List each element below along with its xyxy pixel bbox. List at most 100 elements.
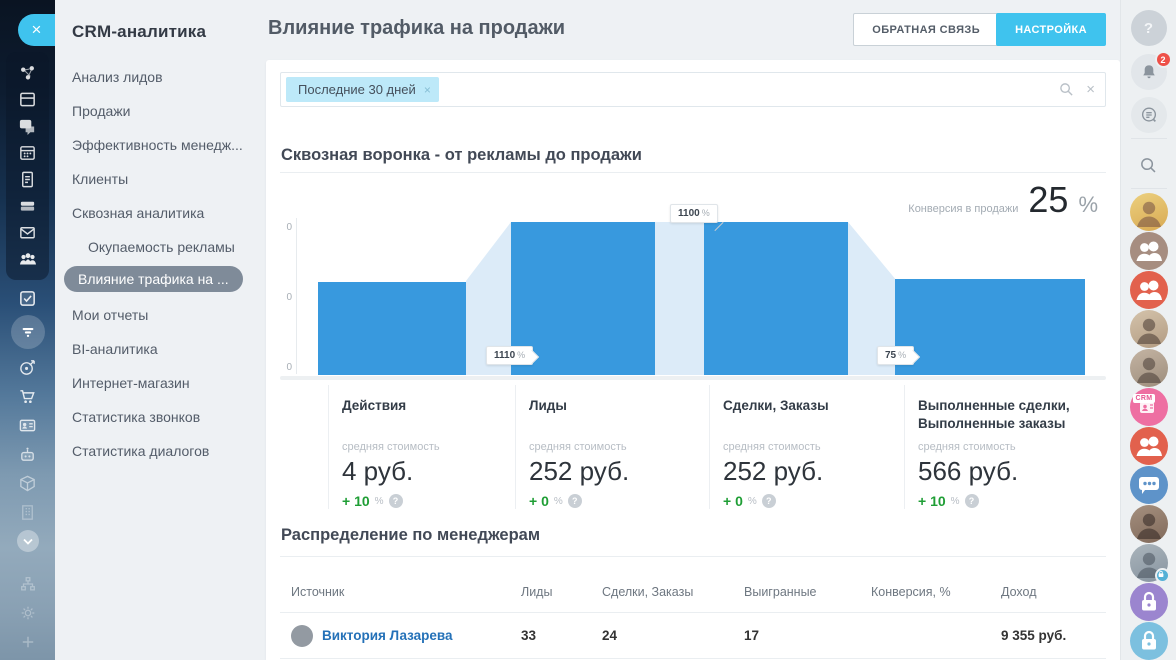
help-icon: ?: [1144, 20, 1153, 37]
search-icon[interactable]: [1059, 82, 1074, 97]
help-icon[interactable]: ?: [762, 494, 776, 508]
sidebar-item-traffic-impact[interactable]: Влияние трафика на ...: [55, 266, 264, 300]
chat-avatar-general-chat[interactable]: [1130, 466, 1168, 504]
funnel-bar-deals[interactable]: [704, 222, 848, 375]
sidebar-item-bi-analytics[interactable]: BI-аналитика: [55, 334, 264, 368]
cell-leads: 33: [521, 628, 602, 643]
funnel-bar-won[interactable]: [895, 279, 1085, 375]
funnel-chart: 0 0 0 1110 % 1100 % 75 %: [280, 200, 1106, 380]
divider: [280, 172, 1106, 173]
crm-badge: CRM: [1133, 394, 1156, 403]
sidebar-item-ad-payback[interactable]: Окупаемость рекламы: [55, 232, 264, 266]
filter-bar[interactable]: Последние 30 дней × ×: [280, 72, 1106, 107]
sidebar-item-manager-efficiency[interactable]: Эффективность менедж...: [55, 130, 264, 164]
chat-avatar-private-1[interactable]: [1130, 544, 1168, 582]
y-axis-tick: 0: [280, 362, 292, 373]
sidebar-item-sales[interactable]: Продажи: [55, 96, 264, 130]
app-rail: ×: [0, 0, 55, 660]
filter-chip-period[interactable]: Последние 30 дней ×: [286, 77, 439, 102]
clear-filter-icon[interactable]: ×: [1086, 81, 1095, 98]
rail-item-tasks[interactable]: [14, 284, 42, 312]
sidebar-item-end-to-end-analytics[interactable]: Сквозная аналитика: [55, 198, 264, 232]
crm-analytics-sidebar: CRM-аналитика Анализ лидов Продажи Эффек…: [55, 0, 264, 660]
y-axis-tick: 0: [280, 222, 292, 233]
divider: [1131, 188, 1167, 189]
notifications-button[interactable]: 2: [1131, 54, 1167, 90]
people-icon: [18, 249, 38, 269]
stage-conversion-badge: 1100 %: [670, 204, 718, 223]
sidebar-item-my-reports[interactable]: Мои отчеты: [55, 300, 264, 334]
rail-item-feed[interactable]: [14, 88, 42, 112]
close-slider-button[interactable]: ×: [18, 14, 55, 46]
rail-item-sitemap[interactable]: [14, 570, 42, 598]
rail-collapse-button[interactable]: [14, 527, 42, 555]
funnel-connector: [655, 222, 704, 375]
col-income[interactable]: Доход: [1001, 585, 1106, 599]
help-button[interactable]: ?: [1131, 10, 1167, 46]
rail-item-robot[interactable]: [14, 440, 42, 468]
settings-button[interactable]: НАСТРОЙКА: [996, 13, 1106, 46]
rail-item-warehouse[interactable]: [14, 469, 42, 497]
sidebar-title: CRM-аналитика: [55, 0, 264, 42]
col-deals[interactable]: Сделки, Заказы: [602, 585, 744, 599]
help-icon[interactable]: ?: [568, 494, 582, 508]
funnel-bar-actions[interactable]: [318, 282, 466, 375]
chart-scroll-track[interactable]: [280, 376, 1106, 380]
chat-icon: [18, 117, 37, 136]
rail-item-building[interactable]: [14, 498, 42, 526]
filter-search-input[interactable]: [445, 73, 1059, 106]
calendar-icon: [18, 143, 37, 162]
col-won[interactable]: Выигранные: [744, 585, 871, 599]
messenger-button[interactable]: [1131, 97, 1167, 133]
plus-icon: [20, 634, 36, 650]
rail-add-button[interactable]: [14, 628, 42, 656]
help-icon[interactable]: ?: [965, 494, 979, 508]
col-source[interactable]: Источник: [291, 585, 521, 599]
search-icon: [1139, 156, 1158, 175]
chat-avatar-user-4[interactable]: [1130, 505, 1168, 543]
chat-avatar-crm[interactable]: CRM: [1130, 388, 1168, 426]
sitemap-icon: [19, 575, 37, 593]
chat-avatar-user-1[interactable]: [1130, 193, 1168, 231]
rail-item-chat[interactable]: [14, 114, 42, 138]
col-conversion[interactable]: Конверсия, %: [871, 585, 1001, 599]
gear-icon: [19, 604, 37, 622]
sidebar-item-lead-analysis[interactable]: Анализ лидов: [55, 62, 264, 96]
stat-leads: Лиды средняя стоимость 252 руб. + 0%?: [515, 385, 709, 509]
funnel-stats-row: Действия средняя стоимость 4 руб. + 10%?…: [328, 385, 1106, 509]
rail-item-settings[interactable]: [14, 599, 42, 627]
sidebar-item-clients[interactable]: Клиенты: [55, 164, 264, 198]
chat-avatar-private-2[interactable]: [1130, 583, 1168, 621]
managers-section-title: Распределение по менеджерам: [281, 526, 540, 545]
chat-avatar-private-3[interactable]: [1130, 622, 1168, 660]
chip-remove-icon[interactable]: ×: [424, 83, 431, 97]
chat-avatar-group-1[interactable]: [1130, 232, 1168, 270]
rail-item-mail[interactable]: [14, 220, 42, 244]
sidebar-item-online-store[interactable]: Интернет-магазин: [55, 368, 264, 402]
rail-item-company[interactable]: [14, 247, 42, 271]
rail-item-calendar[interactable]: [14, 141, 42, 165]
rail-item-drive[interactable]: [14, 194, 42, 218]
notification-count-badge: 2: [1155, 51, 1172, 68]
rail-item-crm-analytics[interactable]: [11, 315, 45, 349]
chat-avatar-user-3[interactable]: [1130, 349, 1168, 387]
sidebar-item-dialog-statistics[interactable]: Статистика диалогов: [55, 436, 264, 470]
rail-search-button[interactable]: [1131, 147, 1167, 183]
rail-item-documents[interactable]: [14, 167, 42, 191]
rail-item-network[interactable]: [14, 61, 42, 85]
col-leads[interactable]: Лиды: [521, 585, 602, 599]
rail-item-shop[interactable]: [14, 382, 42, 410]
drive-icon: [18, 196, 37, 215]
page-title: Влияние трафика на продажи: [268, 17, 565, 40]
help-icon[interactable]: ?: [389, 494, 403, 508]
manager-name-link[interactable]: Виктория Лазарева: [322, 628, 453, 643]
chat-avatar-user-2[interactable]: [1130, 310, 1168, 348]
rail-item-marketing[interactable]: [14, 353, 42, 381]
y-axis-line: [296, 218, 297, 374]
feedback-button[interactable]: ОБРАТНАЯ СВЯЗЬ: [853, 13, 999, 46]
divider: [1131, 138, 1167, 139]
rail-item-contact-center[interactable]: [14, 411, 42, 439]
chat-avatar-group-3[interactable]: [1130, 427, 1168, 465]
sidebar-item-call-statistics[interactable]: Статистика звонков: [55, 402, 264, 436]
chat-avatar-group-2[interactable]: [1130, 271, 1168, 309]
